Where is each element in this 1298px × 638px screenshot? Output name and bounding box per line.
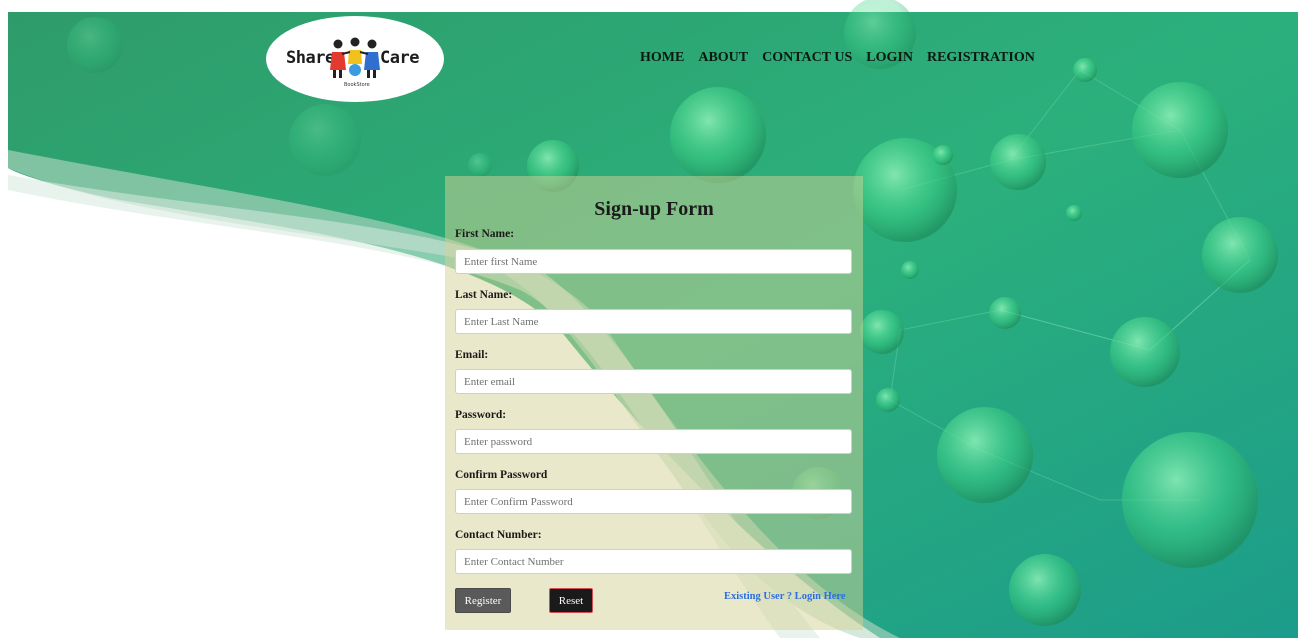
confirm-password-label: Confirm Password bbox=[455, 469, 548, 481]
nav-contact-us[interactable]: CONTACT US bbox=[762, 50, 852, 66]
children-logo-icon bbox=[330, 37, 380, 78]
form-title: Sign-up Form bbox=[594, 198, 714, 220]
logo-word-share: Share bbox=[286, 48, 335, 68]
reset-button[interactable]: Reset bbox=[549, 588, 593, 613]
contact-number-input[interactable] bbox=[455, 549, 852, 574]
password-label: Password: bbox=[455, 409, 507, 421]
existing-user-login-link[interactable]: Existing User ? Login Here bbox=[724, 591, 846, 602]
password-input[interactable] bbox=[455, 429, 852, 454]
register-button[interactable]: Register bbox=[455, 588, 511, 613]
last-name-input[interactable] bbox=[455, 309, 852, 334]
nav-registration[interactable]: REGISTRATION bbox=[927, 50, 1035, 66]
email-input[interactable] bbox=[455, 369, 852, 394]
contact-number-label: Contact Number: bbox=[455, 529, 542, 541]
nav-about[interactable]: ABOUT bbox=[698, 50, 748, 66]
confirm-password-input[interactable] bbox=[455, 489, 852, 514]
logo-subtitle: BookStore bbox=[344, 82, 370, 88]
main-nav: HOME ABOUT CONTACT US LOGIN REGISTRATION bbox=[640, 50, 1049, 66]
first-name-label: First Name: bbox=[455, 228, 515, 240]
nav-home[interactable]: HOME bbox=[640, 50, 684, 66]
brand-logo[interactable]: Share Care BookStore bbox=[266, 16, 444, 102]
signup-form: Sign-up Form First Name: Last Name: Emai… bbox=[445, 176, 863, 630]
nav-login[interactable]: LOGIN bbox=[866, 50, 913, 66]
first-name-input[interactable] bbox=[455, 249, 852, 274]
logo-word-care: Care bbox=[380, 48, 419, 68]
email-label: Email: bbox=[455, 349, 489, 361]
last-name-label: Last Name: bbox=[455, 289, 513, 301]
